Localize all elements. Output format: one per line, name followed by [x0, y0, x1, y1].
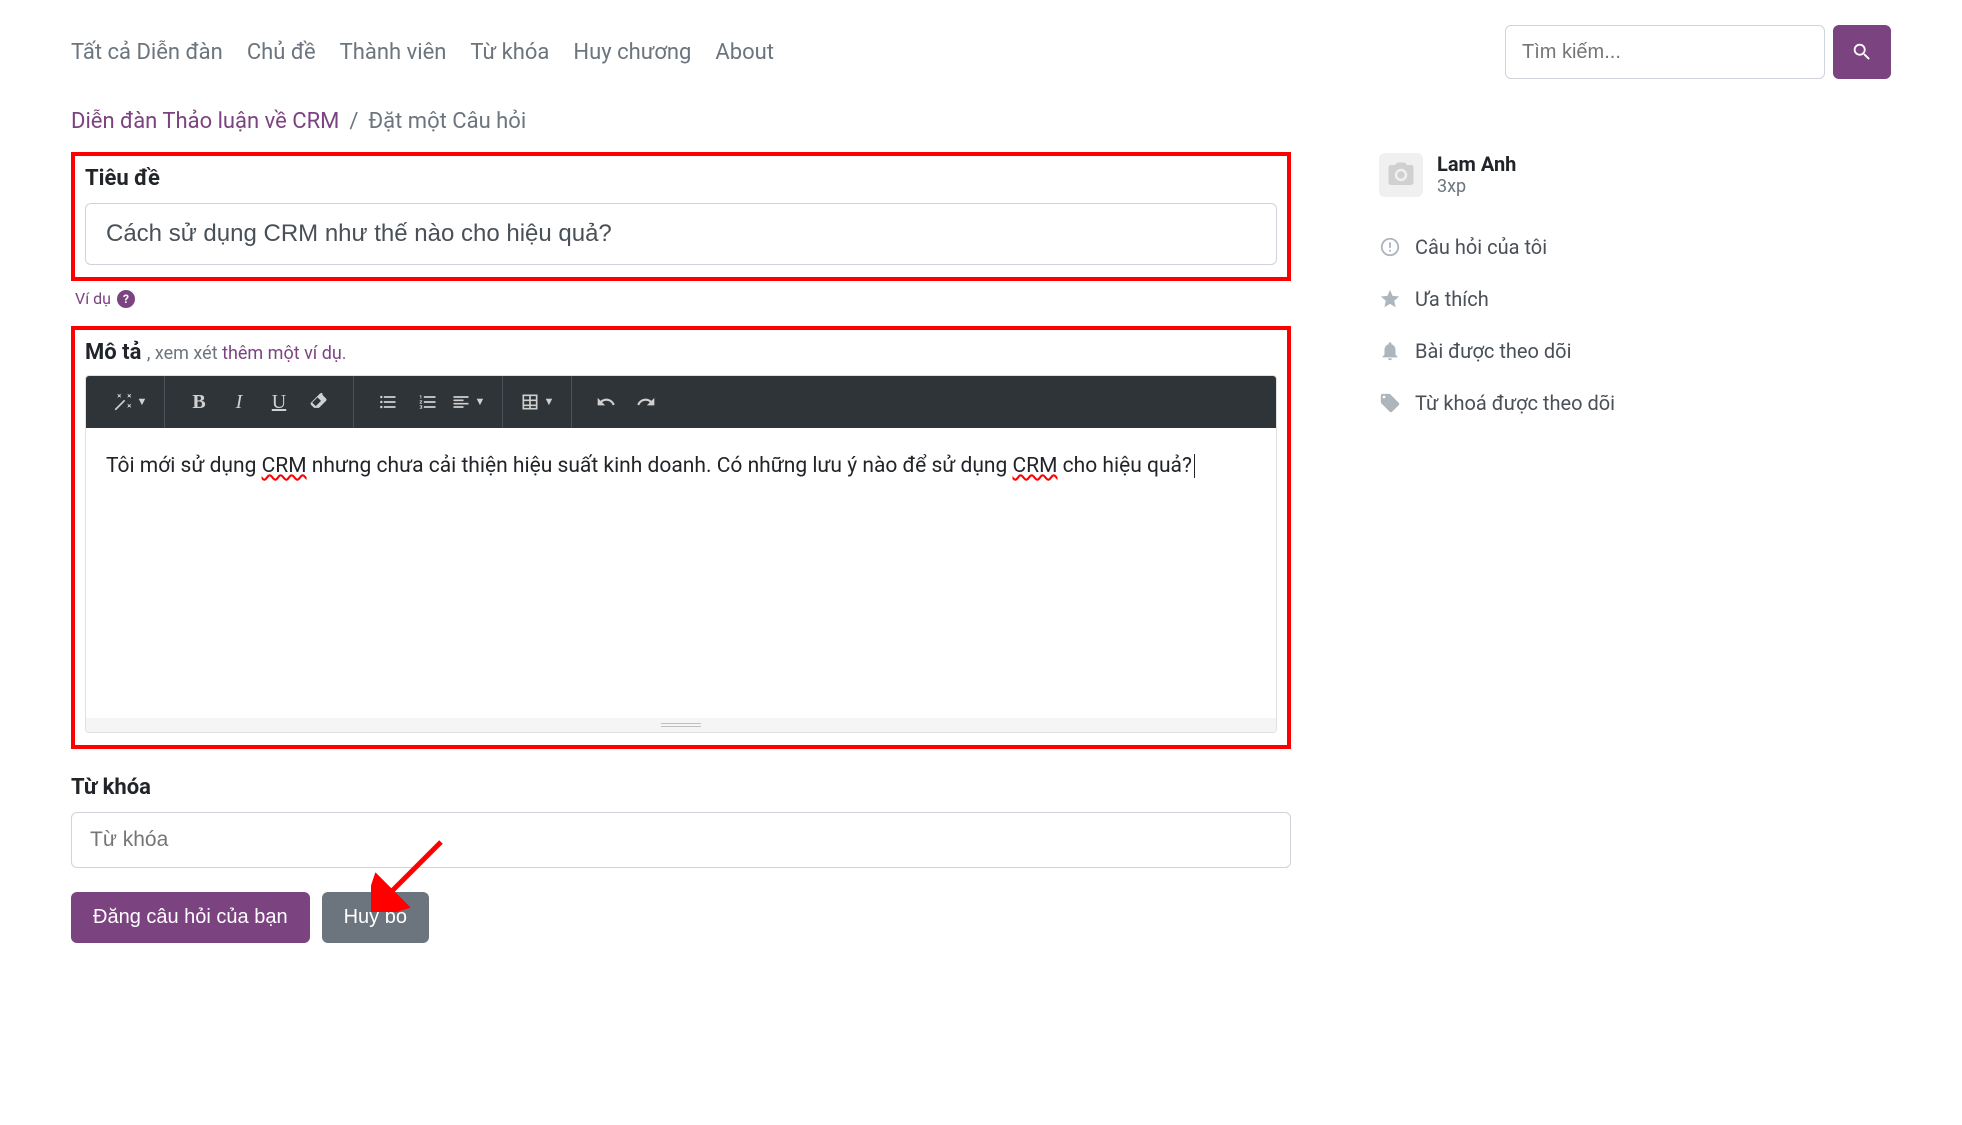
search-button[interactable] — [1833, 25, 1891, 79]
align-icon — [451, 392, 471, 412]
text-cursor — [1194, 454, 1195, 478]
unordered-list-button[interactable] — [368, 382, 408, 422]
camera-icon — [1386, 160, 1416, 190]
editor-content[interactable]: Tôi mới sử dụng CRM nhưng chưa cải thiện… — [86, 428, 1276, 718]
desc-example-link[interactable]: thêm một ví dụ — [222, 343, 342, 364]
breadcrumb: Diễn đàn Thảo luận về CRM / Đặt một Câu … — [71, 109, 1891, 134]
nav-members[interactable]: Thành viên — [340, 40, 447, 65]
nav-all-forums[interactable]: Tất cả Diễn đàn — [71, 40, 223, 65]
sidebar-links: Câu hỏi của tôi Ưa thích Bài được theo d… — [1371, 221, 1751, 429]
title-section-highlight: Tiêu đề — [71, 152, 1291, 281]
sidebar-favourites[interactable]: Ưa thích — [1379, 273, 1751, 325]
list-ol-icon — [418, 392, 438, 412]
caret-down-icon: ▼ — [544, 396, 555, 408]
breadcrumb-current: Đặt một Câu hỏi — [368, 109, 526, 134]
title-hint[interactable]: Ví dụ ? — [75, 289, 1291, 308]
eraser-icon — [309, 392, 329, 412]
eraser-button[interactable] — [299, 382, 339, 422]
caret-down-icon: ▼ — [137, 396, 148, 408]
desc-note: , xem xét thêm một ví dụ. — [147, 343, 347, 364]
tags-label: Từ khóa — [71, 775, 1291, 800]
magic-wand-button[interactable]: ▼ — [110, 382, 150, 422]
search-icon — [1851, 41, 1873, 63]
nav-tags[interactable]: Từ khóa — [470, 40, 549, 65]
user-profile-block[interactable]: Lam Anh 3xp — [1371, 152, 1751, 197]
align-button[interactable]: ▼ — [448, 382, 488, 422]
editor-resize-handle[interactable] — [86, 718, 1276, 732]
bell-icon — [1379, 340, 1401, 362]
nav-topics[interactable]: Chủ đề — [247, 40, 316, 65]
hint-text: Ví dụ — [75, 289, 111, 308]
desc-label: Mô tả — [85, 340, 141, 365]
help-icon: ? — [117, 290, 135, 308]
tags-input[interactable] — [71, 812, 1291, 868]
table-button[interactable]: ▼ — [517, 382, 557, 422]
breadcrumb-parent[interactable]: Diễn đàn Thảo luận về CRM — [71, 109, 339, 134]
sidebar-followed-tags[interactable]: Từ khoá được theo dõi — [1379, 377, 1751, 429]
title-input[interactable] — [85, 203, 1277, 265]
sidebar-my-questions[interactable]: Câu hỏi của tôi — [1379, 221, 1751, 273]
sidebar-followed-posts[interactable]: Bài được theo dõi — [1379, 325, 1751, 377]
user-name: Lam Anh — [1437, 152, 1516, 176]
cancel-button[interactable]: Huỷ bỏ — [322, 892, 429, 943]
nav-about[interactable]: About — [715, 40, 774, 65]
magic-wand-icon — [113, 392, 133, 412]
question-circle-icon — [1379, 236, 1401, 258]
undo-icon — [596, 392, 616, 412]
underline-button[interactable]: U — [259, 382, 299, 422]
caret-down-icon: ▼ — [475, 396, 486, 408]
undo-button[interactable] — [586, 382, 626, 422]
breadcrumb-separator: / — [349, 109, 358, 134]
ordered-list-button[interactable] — [408, 382, 448, 422]
description-section-highlight: Mô tả , xem xét thêm một ví dụ. ▼ B I U — [71, 326, 1291, 749]
redo-button[interactable] — [626, 382, 666, 422]
bold-button[interactable]: B — [179, 382, 219, 422]
table-icon — [520, 392, 540, 412]
italic-button[interactable]: I — [219, 382, 259, 422]
redo-icon — [636, 392, 656, 412]
editor-toolbar: ▼ B I U ▼ — [86, 376, 1276, 428]
search-input[interactable] — [1505, 25, 1825, 79]
title-label: Tiêu đề — [85, 166, 1277, 191]
top-nav: Tất cả Diễn đàn Chủ đề Thành viên Từ khó… — [71, 40, 1505, 65]
submit-button[interactable]: Đăng câu hỏi của bạn — [71, 892, 310, 943]
list-ul-icon — [378, 392, 398, 412]
user-xp: 3xp — [1437, 176, 1516, 197]
avatar — [1379, 153, 1423, 197]
tags-icon — [1379, 392, 1401, 414]
rich-text-editor: ▼ B I U ▼ — [85, 375, 1277, 733]
star-icon — [1379, 288, 1401, 310]
nav-badges[interactable]: Huy chương — [573, 40, 691, 65]
